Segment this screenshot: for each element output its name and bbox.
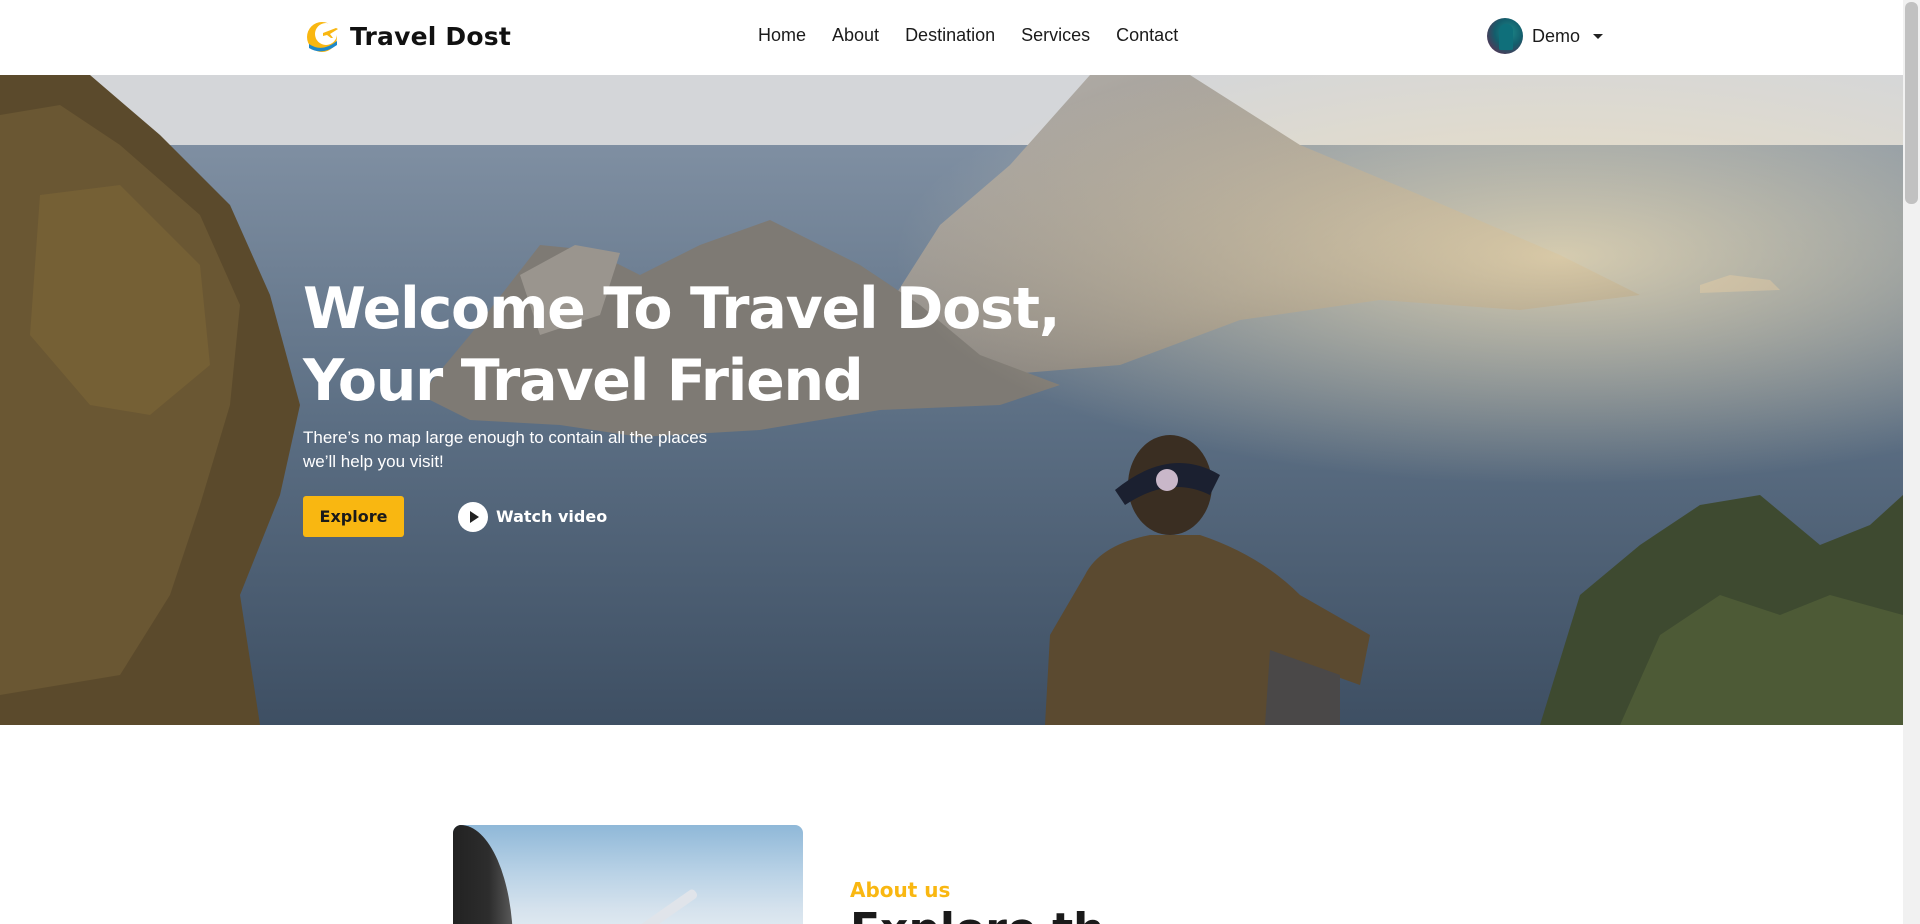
- hero-actions: Explore Watch video: [303, 496, 1203, 537]
- site-header: Travel Dost Home About Destination Servi…: [0, 0, 1903, 75]
- nav-item-destination[interactable]: Destination: [905, 22, 995, 48]
- hero-subtitle-line2: we’ll help you visit!: [303, 452, 444, 471]
- watch-video-button[interactable]: Watch video: [458, 501, 608, 532]
- airplane-window-frame: [453, 825, 513, 924]
- airplane-wing: [627, 887, 699, 924]
- hero-title: Welcome To Travel Dost, Your Travel Frie…: [303, 273, 1203, 417]
- hero-subtitle: There’s no map large enough to contain a…: [303, 426, 743, 474]
- nav-item-services[interactable]: Services: [1021, 22, 1090, 48]
- hero-content: Welcome To Travel Dost, Your Travel Frie…: [303, 273, 1203, 537]
- sun-plane-logo-icon: [303, 17, 341, 55]
- user-menu[interactable]: Demo: [1487, 17, 1604, 55]
- main-nav: Home About Destination Services Contact: [758, 22, 1204, 48]
- nav-item-contact[interactable]: Contact: [1116, 22, 1178, 48]
- user-avatar: [1487, 18, 1523, 54]
- page-scrollbar[interactable]: [1903, 0, 1920, 924]
- nav-item-about[interactable]: About: [832, 22, 879, 48]
- about-label: About us: [850, 878, 951, 902]
- explore-button[interactable]: Explore: [303, 496, 404, 537]
- caret-down-icon: [1593, 33, 1604, 39]
- hero-subtitle-line1: There’s no map large enough to contain a…: [303, 428, 708, 447]
- hero-title-line1: Welcome To Travel Dost,: [303, 276, 1060, 342]
- brand-name: Travel Dost: [350, 21, 511, 51]
- hero-banner: Welcome To Travel Dost, Your Travel Frie…: [0, 75, 1903, 725]
- about-image: [453, 825, 803, 924]
- nav-item-home[interactable]: Home: [758, 22, 806, 48]
- brand-logo[interactable]: Travel Dost: [303, 16, 511, 56]
- about-heading: Explore th: [850, 905, 1104, 924]
- hero-title-line2: Your Travel Friend: [303, 348, 864, 414]
- scrollbar-thumb[interactable]: [1905, 2, 1918, 204]
- user-name: Demo: [1532, 25, 1581, 46]
- play-icon: [458, 501, 488, 532]
- watch-video-label: Watch video: [496, 507, 608, 526]
